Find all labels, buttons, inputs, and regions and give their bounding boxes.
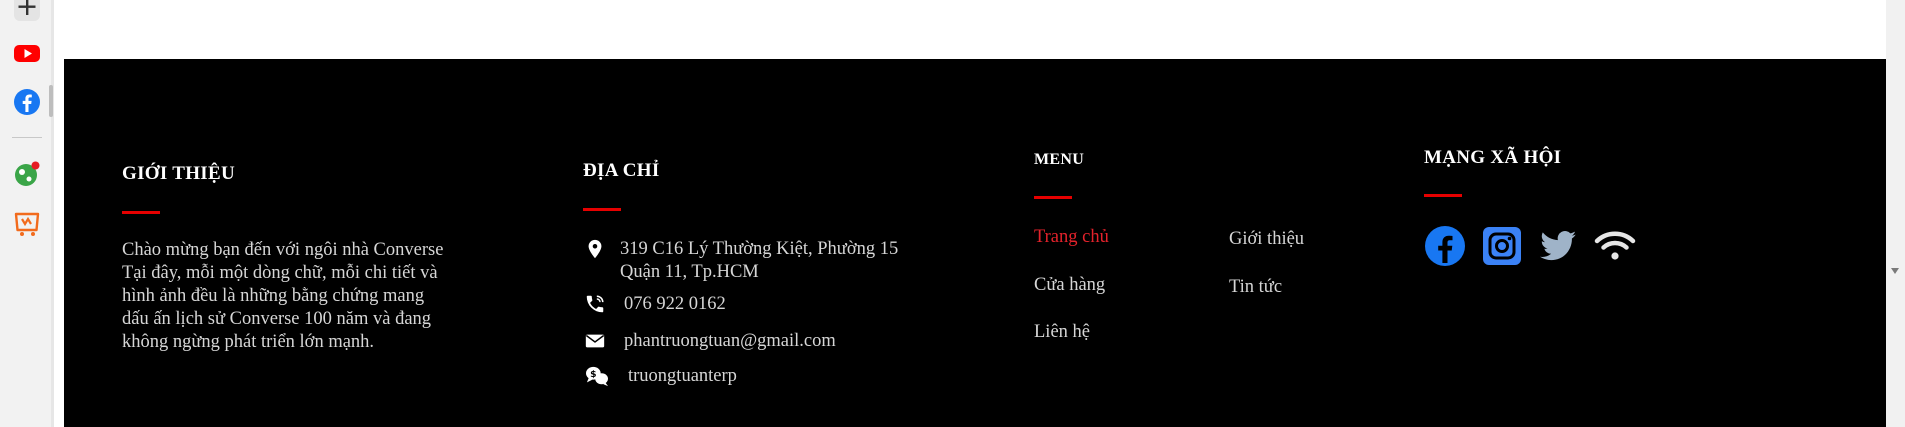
social-accent-line	[1424, 194, 1462, 197]
mail-icon	[585, 334, 605, 348]
menu-link-gioi-thieu[interactable]: Giới thiệu	[1229, 229, 1304, 250]
add-icon[interactable]	[13, 0, 41, 22]
address-line-2: Quận 11, Tp.HCM	[620, 262, 759, 282]
youtube-icon[interactable]	[13, 39, 41, 67]
menu-link-lien-he[interactable]: Liên hệ	[1034, 322, 1090, 343]
about-line: Tại đây, mỗi một dòng chữ, mỗi chi tiết …	[122, 263, 438, 283]
facebook-icon[interactable]	[13, 88, 41, 116]
siderail-edge	[51, 0, 54, 427]
skype-row[interactable]: $ truongtuanterp	[584, 365, 737, 388]
facebook-icon[interactable]	[1424, 225, 1466, 267]
instagram-icon[interactable]	[1481, 225, 1523, 267]
browser-siderail	[0, 0, 54, 427]
about-heading: GIỚI THIỆU	[122, 163, 235, 184]
about-accent-line	[122, 211, 160, 214]
address-heading: ĐỊA CHỈ	[583, 160, 660, 181]
wifi-icon[interactable]	[1594, 225, 1636, 267]
menu-link-tin-tuc[interactable]: Tin tức	[1229, 277, 1282, 298]
about-line: hình ảnh đều là những bằng chứng mang	[122, 286, 425, 306]
menu-accent-line	[1034, 196, 1072, 199]
menu-link-trang-chu[interactable]: Trang chủ	[1034, 227, 1109, 248]
address-accent-line	[583, 208, 621, 211]
social-heading: MẠNG XÃ HỘI	[1424, 147, 1562, 168]
phone-number[interactable]: 076 922 0162	[624, 293, 726, 316]
scroll-down-arrow-icon[interactable]	[1891, 268, 1899, 274]
menu-link-cua-hang[interactable]: Cửa hàng	[1034, 275, 1105, 296]
phone-icon	[586, 295, 604, 313]
about-text: Chào mừng bạn đến với ngôi nhà Converse …	[122, 239, 492, 354]
siderail-active-indicator	[49, 85, 53, 117]
page-scrollbar[interactable]	[1886, 0, 1905, 427]
site-footer: GIỚI THIỆU Chào mừng bạn đến với ngôi nh…	[64, 59, 1886, 427]
about-line: không ngừng phát triển lớn mạnh.	[122, 332, 375, 352]
about-line: Chào mừng bạn đến với ngôi nhà Converse	[122, 240, 444, 260]
game-icon[interactable]	[13, 160, 41, 188]
map-pin-icon	[588, 239, 602, 259]
chat-icon: $	[586, 366, 608, 387]
shop-icon[interactable]	[13, 210, 41, 238]
twitter-icon[interactable]	[1537, 225, 1579, 267]
skype-username[interactable]: truongtuanterp	[628, 365, 737, 388]
address-line-1: 319 C16 Lý Thường Kiệt, Phường 15	[620, 239, 899, 259]
about-line: dấu ấn lịch sử Converse 100 năm và đang	[122, 309, 432, 329]
phone-row[interactable]: 076 922 0162	[584, 293, 726, 316]
address-row: 319 C16 Lý Thường Kiệt, Phường 15 Quận 1…	[584, 238, 898, 284]
email-address[interactable]: phantruongtuan@gmail.com	[624, 330, 836, 353]
siderail-divider	[12, 137, 42, 138]
email-row[interactable]: phantruongtuan@gmail.com	[584, 330, 836, 353]
menu-heading: MENU	[1034, 151, 1085, 168]
